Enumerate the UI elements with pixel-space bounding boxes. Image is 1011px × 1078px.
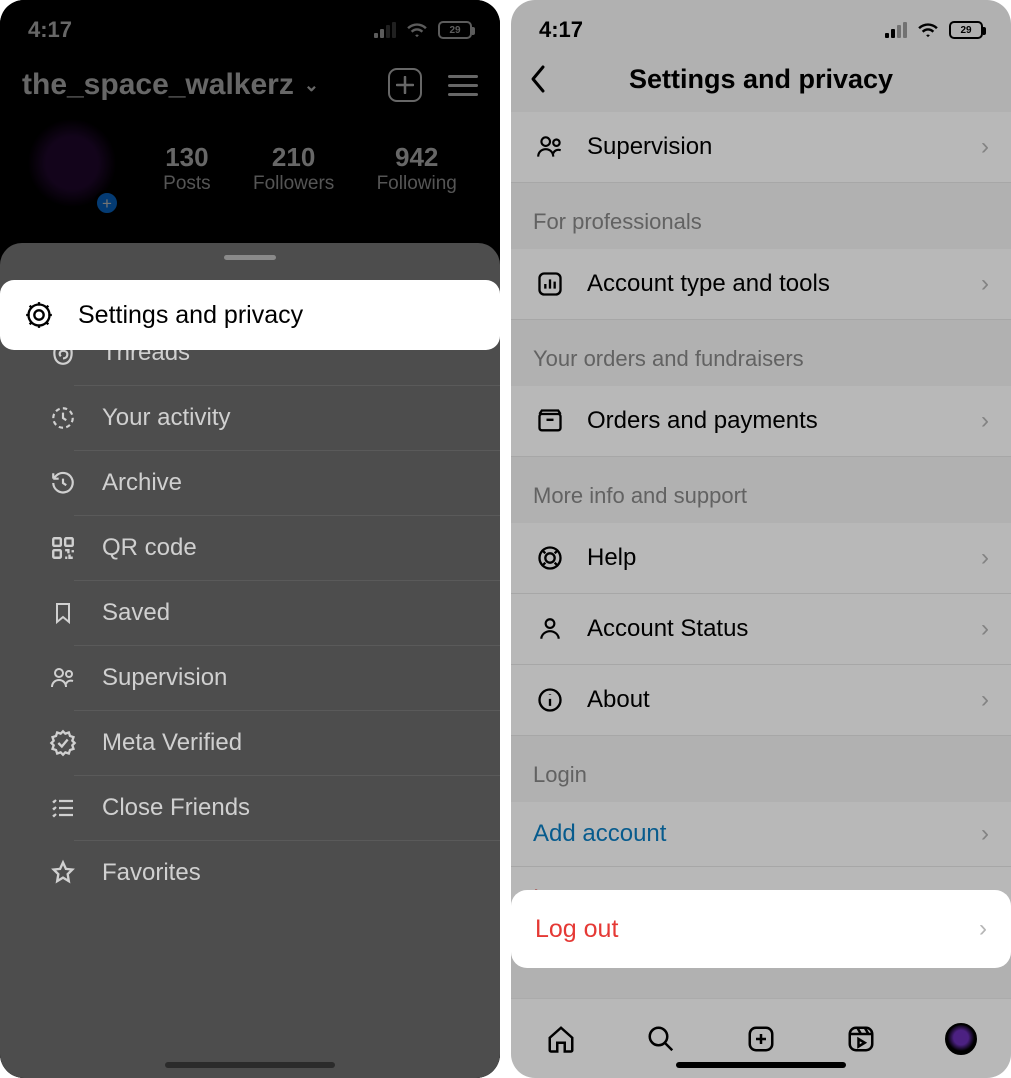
home-indicator [676,1062,846,1068]
section-login: Login [511,736,1011,802]
verified-icon [48,728,78,758]
chevron-right-icon: › [981,133,989,161]
person-icon [533,612,567,646]
menu-label: Archive [102,469,182,497]
chevron-right-icon: › [981,820,989,848]
bottom-sheet: Threads Your activity Archive [0,243,500,1078]
status-bar: 4:17 29 [511,0,1011,60]
tab-search[interactable] [644,1022,678,1056]
chevron-right-icon: › [979,915,987,943]
row-label: Help [587,544,989,572]
row-label: Account type and tools [587,270,989,298]
row-label: Orders and payments [587,407,989,435]
menu-label: Your activity [102,404,231,432]
settings-list: Supervision › For professionals Account … [511,112,1011,932]
help-icon [533,541,567,575]
battery-icon: 29 [949,21,983,39]
row-account-status[interactable]: Account Status › [511,594,1011,665]
bookmark-icon [48,598,78,628]
menu-item-settings-highlighted[interactable]: Settings and privacy [0,280,500,350]
avatar-icon [945,1023,977,1055]
chart-icon [533,267,567,301]
row-label: Log out [535,915,618,944]
archive-icon [48,468,78,498]
row-label: Add account [533,820,989,848]
gear-icon [24,300,54,330]
section-support: More info and support [511,457,1011,523]
chevron-right-icon: › [981,544,989,572]
tab-home[interactable] [544,1022,578,1056]
chevron-right-icon: › [981,686,989,714]
menu-item-favorites[interactable]: Favorites [74,840,500,905]
tab-reels[interactable] [844,1022,878,1056]
menu-item-saved[interactable]: Saved [74,580,500,645]
tab-profile[interactable] [944,1022,978,1056]
menu-item-verified[interactable]: Meta Verified [74,710,500,775]
screenshot-left-profile-menu: 4:17 29 the_space_walkerz ⌄ [0,0,500,1078]
list-star-icon [48,793,78,823]
menu-label: Favorites [102,859,201,887]
home-indicator [165,1062,335,1068]
menu-label: Saved [102,599,170,627]
menu-item-qr[interactable]: QR code [74,515,500,580]
menu-item-supervision[interactable]: Supervision [74,645,500,710]
chevron-right-icon: › [981,615,989,643]
row-orders[interactable]: Orders and payments › [511,386,1011,457]
section-orders: Your orders and fundraisers [511,320,1011,386]
row-label: Account Status [587,615,989,643]
star-icon [48,858,78,888]
orders-icon [533,404,567,438]
clock-dashed-icon [48,403,78,433]
row-account-type[interactable]: Account type and tools › [511,249,1011,320]
menu-label: Settings and privacy [78,301,303,330]
section-professionals: For professionals [511,183,1011,249]
chevron-right-icon: › [981,270,989,298]
row-about[interactable]: About › [511,665,1011,736]
row-logout-highlighted[interactable]: Log out › [511,890,1011,968]
row-supervision[interactable]: Supervision › [511,112,1011,183]
menu-item-activity[interactable]: Your activity [74,385,500,450]
row-label: Supervision [587,133,989,161]
settings-header: Settings and privacy [511,60,1011,112]
wifi-icon [917,22,939,38]
people-icon [48,663,78,693]
chevron-right-icon: › [981,407,989,435]
row-help[interactable]: Help › [511,523,1011,594]
info-icon [533,683,567,717]
people-icon [533,130,567,164]
row-add-account[interactable]: Add account › [511,802,1011,867]
sheet-grabber[interactable] [224,255,276,260]
screenshot-right-settings: 4:17 29 Settings and privacy Supervision [511,0,1011,1078]
page-title: Settings and privacy [511,64,1011,95]
menu-item-close-friends[interactable]: Close Friends [74,775,500,840]
row-label: About [587,686,989,714]
qr-icon [48,533,78,563]
menu-label: Supervision [102,664,227,692]
menu-label: Close Friends [102,794,250,822]
menu-item-archive[interactable]: Archive [74,450,500,515]
status-time: 4:17 [539,17,583,43]
cell-signal-icon [885,22,907,38]
menu-label: Meta Verified [102,729,242,757]
tab-create[interactable] [744,1022,778,1056]
menu-label: QR code [102,534,197,562]
